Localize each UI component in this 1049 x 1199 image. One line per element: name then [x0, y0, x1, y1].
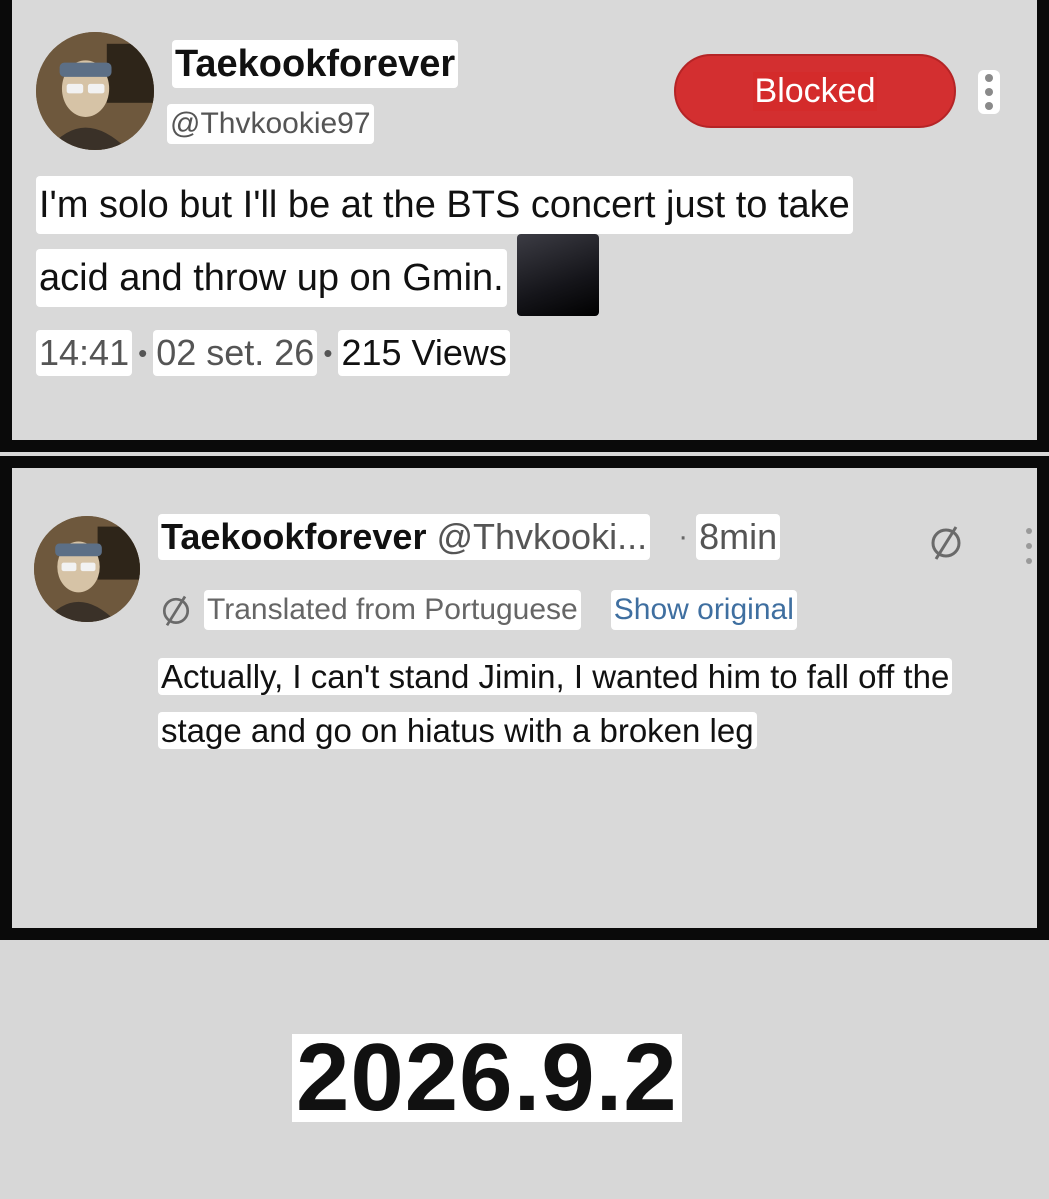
- post-text-line: stage and go on hiatus with a broken leg: [158, 712, 757, 749]
- more-options-icon[interactable]: [1022, 528, 1036, 564]
- globe-slash-icon: [162, 595, 190, 627]
- post-text-line: I'm solo but I'll be at the BTS concert …: [36, 176, 853, 234]
- user-handle: @Thvkooki...: [436, 516, 648, 557]
- post-date[interactable]: 02 set. 26: [153, 330, 318, 376]
- post-text: Actually, I can't stand Jimin, I wanted …: [158, 650, 1038, 758]
- translation-notice: Translated from Portuguese Show original: [158, 590, 797, 630]
- post-text-line: acid and throw up on Gmin.: [36, 249, 507, 307]
- more-options-icon[interactable]: [978, 70, 1000, 114]
- post-text-line: Actually, I can't stand Jimin, I wanted …: [158, 658, 953, 695]
- avatar-photo-icon: [36, 32, 154, 150]
- view-count[interactable]: 215 Views: [338, 330, 510, 376]
- post-meta: 14:41 • 02 set. 26 • 215 Views: [36, 330, 510, 376]
- avatar[interactable]: [34, 516, 140, 622]
- blocked-button-label: Blocked: [752, 71, 878, 111]
- post-text: I'm solo but I'll be at the BTS concert …: [36, 176, 966, 316]
- post-header: Taekookforever @Thvkooki... · 8min: [158, 514, 781, 560]
- avatar-photo-icon: [34, 516, 140, 622]
- globe-slash-icon[interactable]: [926, 522, 966, 562]
- translated-label: Translated from Portuguese: [204, 590, 581, 630]
- display-name[interactable]: Taekookforever: [172, 40, 459, 88]
- post-time: 14:41: [36, 330, 133, 376]
- original-post-panel: Taekookforever @Thvkookie97 Blocked I'm …: [0, 0, 1049, 452]
- avatar[interactable]: [36, 32, 154, 150]
- blocked-button[interactable]: Blocked: [674, 54, 956, 128]
- black-square-emoji-icon: [516, 234, 599, 316]
- display-name[interactable]: Taekookforever @Thvkooki...: [158, 514, 651, 560]
- user-handle[interactable]: @Thvkookie97: [167, 104, 374, 144]
- show-original-link[interactable]: Show original: [610, 590, 797, 630]
- meta-separator: •: [138, 338, 148, 368]
- date-caption: 2026.9.2: [292, 1030, 682, 1126]
- meta-separator: •: [323, 338, 333, 368]
- post-time[interactable]: 8min: [696, 514, 781, 560]
- translated-post-panel: Taekookforever @Thvkooki... · 8min Trans…: [0, 456, 1049, 940]
- display-name-text: Taekookforever: [161, 516, 427, 557]
- meta-separator: ·: [678, 520, 689, 553]
